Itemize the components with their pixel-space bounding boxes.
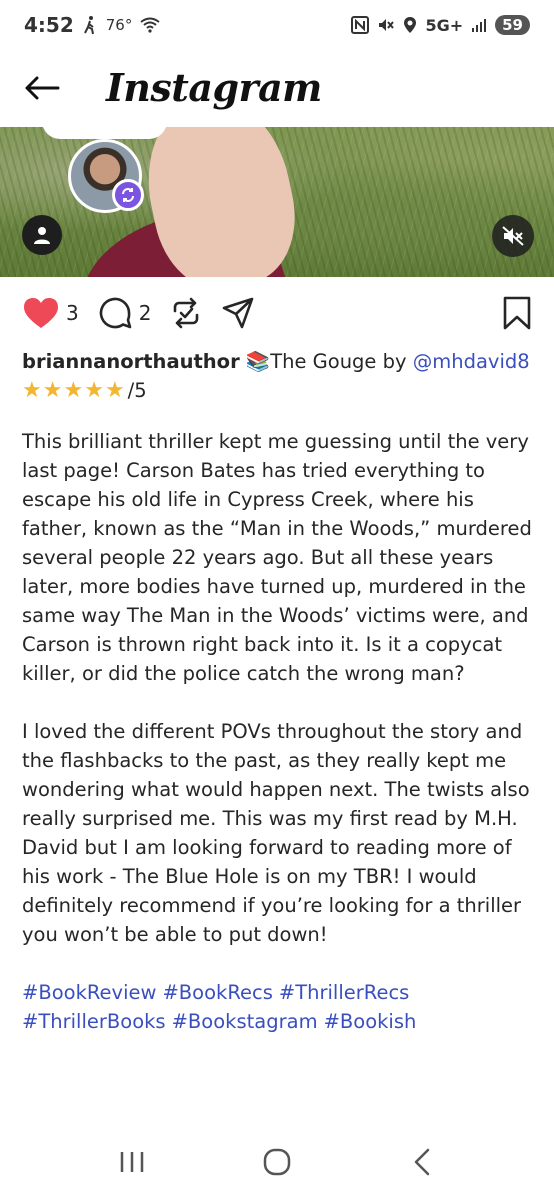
like-count[interactable]: 3 bbox=[66, 301, 79, 325]
repost-icon bbox=[174, 297, 199, 329]
post-caption: briannanorthauthor 📚The Gouge by @mhdavi… bbox=[22, 347, 537, 1036]
review-paragraph-2: I loved the different POVs throughout th… bbox=[22, 720, 530, 946]
recent-apps-button[interactable] bbox=[102, 1137, 162, 1187]
review-paragraph-1: This brilliant thriller kept me guessing… bbox=[22, 430, 532, 685]
post-actions: 3 2 bbox=[22, 290, 532, 336]
star-icon: ★ bbox=[63, 378, 84, 403]
home-icon bbox=[263, 1148, 291, 1176]
comment-button[interactable]: 2 bbox=[97, 295, 152, 331]
repost-badge-icon bbox=[112, 179, 144, 211]
rating-suffix: /5 bbox=[127, 379, 147, 402]
back-arrow-icon[interactable] bbox=[24, 68, 64, 108]
hashtag-link[interactable]: #BookRecs bbox=[162, 981, 272, 1004]
like-button[interactable]: 3 bbox=[22, 296, 79, 330]
battery-indicator: 59 bbox=[495, 15, 530, 35]
repost-button[interactable] bbox=[169, 296, 203, 330]
share-icon bbox=[223, 297, 254, 329]
status-bar: 4:52 76° 5G+ 59 bbox=[0, 0, 554, 50]
tagged-users-button[interactable] bbox=[22, 215, 62, 255]
walking-icon bbox=[82, 15, 98, 35]
muted-speaker-icon bbox=[502, 226, 524, 246]
temperature: 76° bbox=[105, 16, 133, 34]
system-nav-bar bbox=[0, 1124, 554, 1200]
star-icon: ★ bbox=[84, 378, 104, 403]
hashtag-link[interactable]: #ThrillerRecs bbox=[279, 981, 409, 1004]
hashtag-link[interactable]: #Bookish bbox=[324, 1010, 417, 1033]
bookmark-icon bbox=[503, 296, 531, 330]
recent-apps-icon bbox=[121, 1152, 144, 1172]
location-icon bbox=[403, 16, 417, 34]
star-icon: ★ bbox=[42, 378, 63, 403]
mute-status-icon bbox=[377, 16, 395, 34]
post-media[interactable] bbox=[0, 127, 554, 277]
star-icon: ★ bbox=[104, 378, 125, 403]
back-button[interactable] bbox=[392, 1137, 452, 1187]
rating: ★ ★ ★ ★ ★ /5 bbox=[22, 376, 537, 405]
audio-toggle-button[interactable] bbox=[492, 215, 534, 257]
comment-icon bbox=[99, 297, 132, 329]
status-time: 4:52 bbox=[24, 13, 74, 37]
username[interactable]: briannanorthauthor bbox=[22, 350, 240, 373]
book-emoji: 📚 bbox=[245, 350, 271, 373]
person-icon bbox=[34, 227, 50, 244]
chevron-left-icon bbox=[414, 1148, 429, 1176]
hashtag-link[interactable]: #BookReview bbox=[22, 981, 156, 1004]
app-header: Instagram bbox=[0, 50, 554, 125]
heart-icon bbox=[24, 298, 58, 328]
nfc-icon bbox=[351, 16, 370, 34]
hashtags: #BookReview #BookRecs #ThrillerRecs #Thril… bbox=[22, 978, 537, 1036]
caption-header: briannanorthauthor 📚The Gouge by @mhdavi… bbox=[22, 347, 537, 376]
home-button[interactable] bbox=[247, 1137, 307, 1187]
hashtag-link[interactable]: #Bookstagram bbox=[172, 1010, 318, 1033]
media-top-pill bbox=[42, 127, 167, 139]
share-button[interactable] bbox=[221, 296, 255, 330]
save-button[interactable] bbox=[502, 296, 532, 330]
wifi-icon bbox=[140, 17, 160, 33]
book-title-text: The Gouge by bbox=[270, 350, 413, 373]
network-type: 5G+ bbox=[425, 15, 464, 35]
hashtag-link[interactable]: #ThrillerBooks bbox=[22, 1010, 166, 1033]
author-mention[interactable]: @mhdavid8 bbox=[413, 350, 530, 373]
comment-count[interactable]: 2 bbox=[139, 301, 152, 325]
signal-icon bbox=[471, 17, 487, 33]
star-icon: ★ bbox=[22, 378, 42, 403]
instagram-logo[interactable]: Instagram bbox=[106, 65, 322, 110]
